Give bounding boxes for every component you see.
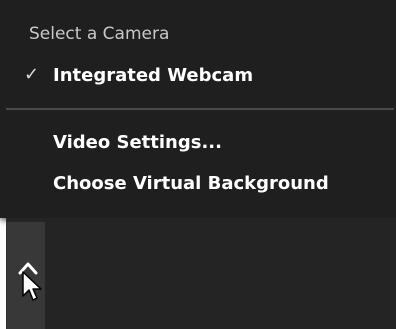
- camera-menu-heading: Select a Camera: [29, 24, 170, 44]
- menu-item-video-settings[interactable]: Video Settings...: [0, 126, 396, 160]
- checkmark-icon: ✓: [24, 64, 40, 85]
- menu-item-integrated-webcam[interactable]: ✓ Integrated Webcam: [0, 59, 396, 93]
- menu-item-label: Choose Virtual Background: [53, 173, 329, 194]
- menu-item-label: Video Settings...: [53, 132, 222, 153]
- menu-divider: [6, 108, 394, 110]
- mouse-cursor-icon: [22, 271, 42, 301]
- video-options-button[interactable]: [7, 222, 45, 329]
- menu-item-label: Integrated Webcam: [53, 65, 254, 86]
- screen: Select a Camera ✓ Integrated Webcam Vide…: [0, 0, 396, 329]
- menu-item-choose-virtual-background[interactable]: Choose Virtual Background: [0, 167, 396, 201]
- meeting-toolbar: [6, 218, 396, 329]
- camera-menu: Select a Camera ✓ Integrated Webcam Vide…: [0, 0, 396, 218]
